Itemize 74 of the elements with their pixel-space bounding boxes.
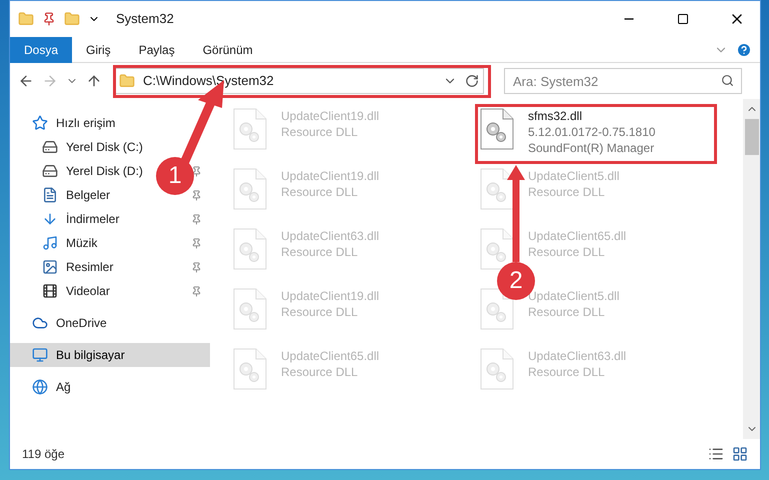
folder-icon[interactable] [64, 11, 80, 27]
film-icon [42, 283, 58, 299]
maximize-icon [677, 13, 689, 25]
music-icon [42, 235, 58, 251]
sidebar-item[interactable]: Ağ [56, 378, 71, 396]
item-count: 119 öğe [22, 446, 66, 463]
help-icon[interactable] [736, 42, 752, 58]
address-path: C:\Windows\System32 [143, 72, 275, 90]
file-name: UpdateClient65.dll [281, 348, 380, 364]
large-icons-view-icon[interactable] [732, 446, 748, 462]
file-detail: SoundFont(R) Manager [528, 140, 656, 156]
file-name: UpdateClient19.dll [281, 108, 380, 124]
window-title: System32 [116, 10, 174, 28]
folder-icon [119, 73, 135, 89]
sidebar-item[interactable]: Yerel Disk (C:) [66, 138, 143, 156]
sidebar-item[interactable]: İndirmeler [66, 210, 120, 228]
address-field[interactable]: C:\Windows\System32 [114, 68, 484, 94]
drive-icon [42, 139, 58, 155]
ribbon-tab[interactable]: Giriş [72, 36, 125, 62]
sidebar-item[interactable]: Videolar [66, 282, 110, 300]
file-detail: Resource DLL [528, 364, 606, 380]
file-detail: Resource DLL [281, 124, 359, 140]
pin-icon[interactable] [191, 238, 202, 248]
sidebar-item[interactable]: Resimler [66, 258, 114, 276]
file-detail: Resource DLL [281, 304, 359, 320]
file-name: UpdateClient19.dll [281, 168, 380, 184]
up-icon[interactable] [86, 73, 102, 89]
file-name: UpdateClient19.dll [281, 288, 380, 304]
folder-icon[interactable] [18, 11, 34, 27]
refresh-icon[interactable] [465, 74, 479, 88]
sidebar-item[interactable]: Müzik [66, 234, 98, 252]
file-name: UpdateClient63.dll [528, 348, 626, 364]
file-name: UpdateClient65.dll [528, 228, 626, 244]
download-icon [42, 211, 58, 227]
pin-icon[interactable] [191, 262, 202, 272]
monitor-icon [32, 347, 48, 363]
drive-icon [42, 163, 58, 179]
ribbon-tab[interactable]: Görünüm [188, 36, 267, 62]
file-name: UpdateClient5.dll [528, 168, 620, 184]
pin-icon[interactable] [42, 12, 56, 26]
back-icon[interactable] [18, 73, 34, 89]
ribbon-tab[interactable]: Dosya [10, 36, 72, 62]
cloud-icon [32, 315, 48, 331]
file-detail: Resource DLL [281, 364, 359, 380]
picture-icon [42, 259, 58, 275]
scrollbar[interactable] [743, 99, 760, 439]
file-icon[interactable] [480, 108, 514, 150]
sidebar-item[interactable]: Bu bilgisayar [56, 346, 125, 364]
file-name: sfms32.dll [528, 108, 584, 124]
details-view-icon[interactable] [708, 446, 724, 462]
sidebar-item[interactable]: OneDrive [56, 314, 107, 332]
globe-icon [32, 379, 48, 395]
forward-icon[interactable] [42, 73, 58, 89]
selected-row[interactable]: Bu bilgisayar [10, 343, 210, 367]
pin-icon[interactable] [191, 190, 202, 200]
file-detail: Resource DLL [528, 184, 606, 200]
search-field[interactable]: Ara: System32 [504, 68, 742, 94]
document-icon [42, 187, 58, 203]
file-name: UpdateClient63.dll [281, 228, 380, 244]
file-detail: 5.12.01.0172-0.75.1810 [528, 124, 656, 140]
pin-icon[interactable] [191, 286, 202, 296]
search-icon [721, 74, 734, 87]
star-icon [32, 115, 48, 131]
ribbon-tab[interactable]: Paylaş [124, 36, 189, 62]
pin-icon[interactable] [191, 166, 202, 176]
file-detail: Resource DLL [528, 244, 606, 260]
sidebar-item[interactable]: Belgeler [66, 186, 110, 204]
file-detail: Resource DLL [281, 184, 359, 200]
pin-icon[interactable] [191, 214, 202, 224]
file-detail: Resource DLL [281, 244, 359, 260]
scroll-thumb[interactable] [744, 119, 758, 155]
file-detail: Resource DLL [528, 304, 606, 320]
sidebar-item[interactable]: Yerel Disk (D:) [66, 162, 143, 180]
sidebar-item[interactable]: Hızlı erişim [56, 114, 116, 132]
